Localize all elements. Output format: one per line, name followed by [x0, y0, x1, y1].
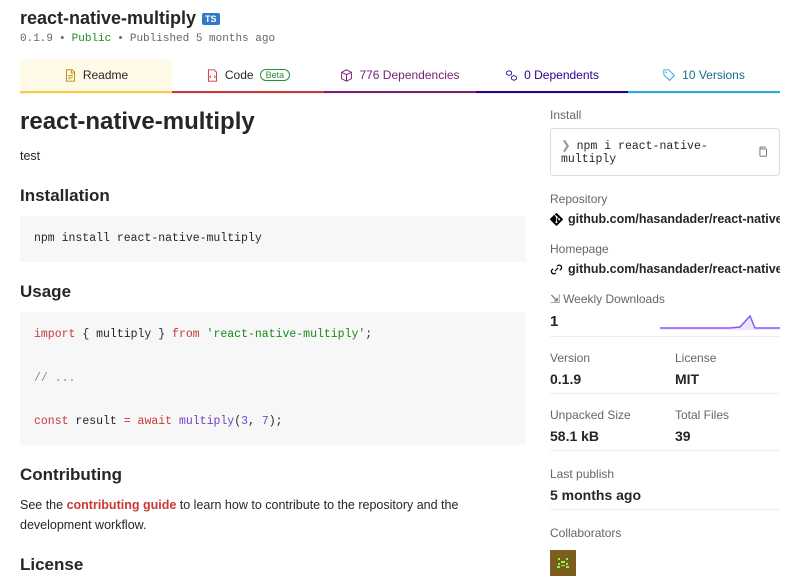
- published-text: Published 5 months ago: [130, 33, 275, 45]
- tab-dependencies[interactable]: 776 Dependencies: [324, 59, 476, 93]
- package-header: react-native-multiply TS 0.1.9 • Public …: [20, 0, 780, 45]
- contributing-text: See the contributing guide to learn how …: [20, 495, 526, 535]
- package-title: react-native-multiply: [20, 8, 196, 29]
- repository-label: Repository: [550, 192, 780, 206]
- installation-heading: Installation: [20, 186, 526, 206]
- tab-versions[interactable]: 10 Versions: [628, 59, 780, 93]
- tabs: Readme Code Beta 776 Dependencies 0 Depe…: [20, 59, 780, 94]
- copy-icon[interactable]: [757, 146, 769, 158]
- size-label: Unpacked Size: [550, 408, 655, 422]
- readme-content: react-native-multiply test Installation …: [20, 108, 526, 585]
- install-label: Install: [550, 108, 780, 122]
- usage-heading: Usage: [20, 282, 526, 302]
- contributing-heading: Contributing: [20, 465, 526, 485]
- downloads-label: ⇲Weekly Downloads: [550, 292, 780, 306]
- license-heading: License: [20, 555, 526, 575]
- visibility-text: Public: [72, 33, 112, 45]
- files-label: Total Files: [675, 408, 780, 422]
- beta-pill: Beta: [260, 69, 291, 81]
- usage-codeblock[interactable]: import { multiply } from 'react-native-m…: [20, 312, 526, 445]
- download-icon: ⇲: [550, 292, 560, 306]
- readme-title: react-native-multiply: [20, 108, 526, 136]
- tab-dependents[interactable]: 0 Dependents: [476, 59, 628, 93]
- version-value: 0.1.9: [550, 371, 655, 387]
- typescript-badge: TS: [202, 13, 220, 25]
- homepage-link[interactable]: github.com/hasandader/react-native-m…: [550, 262, 780, 276]
- readme-description: test: [20, 146, 526, 166]
- files-value: 39: [675, 428, 780, 444]
- downloads-value: 1: [550, 313, 558, 330]
- avatar-icon: [555, 555, 571, 571]
- sidebar: Install ❯npm i react-native-multiply Rep…: [550, 108, 780, 585]
- prompt-icon: ❯: [561, 140, 571, 153]
- collaborator-avatar[interactable]: [550, 550, 576, 576]
- repository-link[interactable]: github.com/hasandader/react-native-m…: [550, 212, 780, 226]
- link-icon: [550, 263, 563, 276]
- git-icon: [550, 213, 563, 226]
- contributing-guide-link[interactable]: contributing guide: [67, 498, 177, 512]
- lastpublish-label: Last publish: [550, 467, 780, 481]
- tab-readme[interactable]: Readme: [20, 59, 172, 93]
- box-icon: [340, 69, 353, 82]
- install-command-box[interactable]: ❯npm i react-native-multiply: [550, 128, 780, 176]
- license-value: MIT: [675, 371, 780, 387]
- version-text: 0.1.9: [20, 33, 53, 45]
- size-value: 58.1 kB: [550, 428, 655, 444]
- lastpublish-value: 5 months ago: [550, 487, 780, 503]
- code-icon: [206, 69, 219, 82]
- readme-icon: [64, 69, 77, 82]
- tab-code[interactable]: Code Beta: [172, 59, 324, 93]
- boxes-icon: [505, 69, 518, 82]
- version-label: Version: [550, 351, 655, 365]
- license-label: License: [675, 351, 780, 365]
- homepage-label: Homepage: [550, 242, 780, 256]
- tags-icon: [663, 69, 676, 82]
- package-meta: 0.1.9 • Public • Published 5 months ago: [20, 33, 780, 45]
- downloads-sparkline: [660, 312, 780, 330]
- install-codeblock[interactable]: npm install react-native-multiply: [20, 216, 526, 262]
